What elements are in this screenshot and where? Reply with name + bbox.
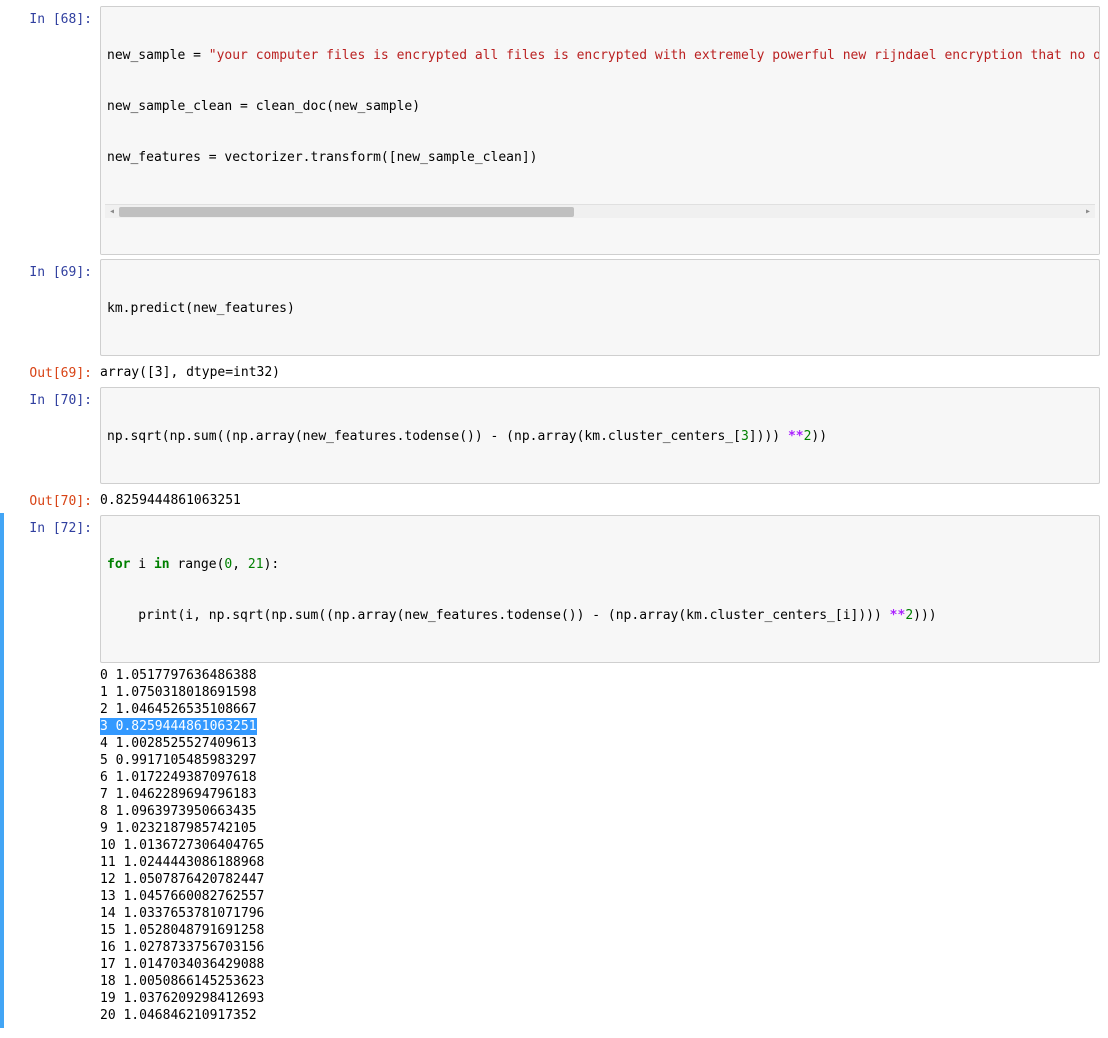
notebook: In [68]: new_sample = "your computer fil…	[0, 0, 1108, 1038]
code-token: =	[193, 48, 209, 63]
code-input-70[interactable]: np.sqrt(np.sum((np.array(new_features.to…	[100, 387, 1100, 484]
code-operator: **	[788, 429, 804, 444]
code-token: ,	[232, 557, 248, 572]
output-line: 9 1.0232187985742105	[100, 820, 1100, 837]
code-token: ):	[264, 557, 280, 572]
prompt-in-72: In [72]:	[4, 515, 100, 537]
output-line: 4 1.0028525527409613	[100, 735, 1100, 752]
scrollbar-thumb[interactable]	[119, 207, 574, 217]
code-string: "your computer files is encrypted all fi…	[209, 48, 1100, 63]
cell-68: In [68]: new_sample = "your computer fil…	[0, 4, 1108, 257]
cell-69-output-content: array([3], dtype=int32)	[100, 360, 1108, 383]
output-line: 15 1.0528048791691258	[100, 922, 1100, 939]
cell-70-content: np.sqrt(np.sum((np.array(new_features.to…	[100, 387, 1108, 484]
cell-68-content: new_sample = "your computer files is enc…	[100, 6, 1108, 255]
prompt-in-68: In [68]:	[4, 6, 100, 28]
code-line: new_features = vectorizer.transform([new…	[107, 149, 1093, 166]
code-number: 3	[741, 429, 749, 444]
code-token: ])))	[749, 429, 788, 444]
code-token: ))	[811, 429, 827, 444]
code-input-72[interactable]: for i in range(0, 21): print(i, np.sqrt(…	[100, 515, 1100, 663]
output-line: 3 0.8259444861063251	[100, 718, 257, 735]
output-text-69: array([3], dtype=int32)	[100, 360, 1100, 383]
code-token: print(i, np.sqrt(np.sum((np.array(new_fe…	[107, 608, 890, 623]
code-operator: **	[890, 608, 906, 623]
output-text-72: 0 1.05177976364863881 1.0750318018691598…	[100, 663, 1100, 1026]
cell-72-content: for i in range(0, 21): print(i, np.sqrt(…	[100, 515, 1108, 1026]
prompt-out-69: Out[69]:	[4, 360, 100, 382]
cell-69: In [69]: km.predict(new_features)	[0, 257, 1108, 358]
code-number: 2	[905, 608, 913, 623]
output-line: 7 1.0462289694796183	[100, 786, 1100, 803]
code-token: range(	[170, 557, 225, 572]
output-line: 1 1.0750318018691598	[100, 684, 1100, 701]
code-token: i	[130, 557, 153, 572]
output-line: 8 1.0963973950663435	[100, 803, 1100, 820]
output-line: 20 1.046846210917352	[100, 1007, 1100, 1024]
code-number: 21	[248, 557, 264, 572]
output-line: 18 1.0050866145253623	[100, 973, 1100, 990]
code-input-68[interactable]: new_sample = "your computer files is enc…	[100, 6, 1100, 255]
code-line: new_sample_clean = clean_doc(new_sample)	[107, 98, 1093, 115]
output-line: 10 1.0136727306404765	[100, 837, 1100, 854]
cell-70-output-content: 0.8259444861063251	[100, 488, 1108, 511]
code-keyword: for	[107, 557, 130, 572]
output-text-70: 0.8259444861063251	[100, 488, 1100, 511]
cell-69-output: Out[69]: array([3], dtype=int32)	[0, 358, 1108, 385]
scroll-left-icon[interactable]: ◂	[106, 206, 118, 218]
code-token: )))	[913, 608, 936, 623]
prompt-in-70: In [70]:	[4, 387, 100, 409]
cell-70-output: Out[70]: 0.8259444861063251	[0, 486, 1108, 513]
code-token: new_sample	[107, 48, 193, 63]
cell-72: In [72]: for i in range(0, 21): print(i,…	[0, 513, 1108, 1028]
output-line: 19 1.0376209298412693	[100, 990, 1100, 1007]
horizontal-scrollbar[interactable]: ◂ ▸	[105, 204, 1095, 218]
output-line: 17 1.0147034036429088	[100, 956, 1100, 973]
output-line: 13 1.0457660082762557	[100, 888, 1100, 905]
code-input-69[interactable]: km.predict(new_features)	[100, 259, 1100, 356]
output-line: 2 1.0464526535108667	[100, 701, 1100, 718]
cell-69-content: km.predict(new_features)	[100, 259, 1108, 356]
prompt-in-69: In [69]:	[4, 259, 100, 281]
code-keyword: in	[154, 557, 170, 572]
output-line: 6 1.0172249387097618	[100, 769, 1100, 786]
output-line: 11 1.0244443086188968	[100, 854, 1100, 871]
output-line: 12 1.0507876420782447	[100, 871, 1100, 888]
code-token: np.sqrt(np.sum((np.array(new_features.to…	[107, 429, 741, 444]
output-line: 5 0.9917105485983297	[100, 752, 1100, 769]
scroll-right-icon[interactable]: ▸	[1082, 206, 1094, 218]
output-line: 0 1.0517797636486388	[100, 667, 1100, 684]
code-line: km.predict(new_features)	[107, 300, 1093, 317]
prompt-out-70: Out[70]:	[4, 488, 100, 510]
cell-70: In [70]: np.sqrt(np.sum((np.array(new_fe…	[0, 385, 1108, 486]
output-line: 16 1.0278733756703156	[100, 939, 1100, 956]
output-line: 14 1.0337653781071796	[100, 905, 1100, 922]
